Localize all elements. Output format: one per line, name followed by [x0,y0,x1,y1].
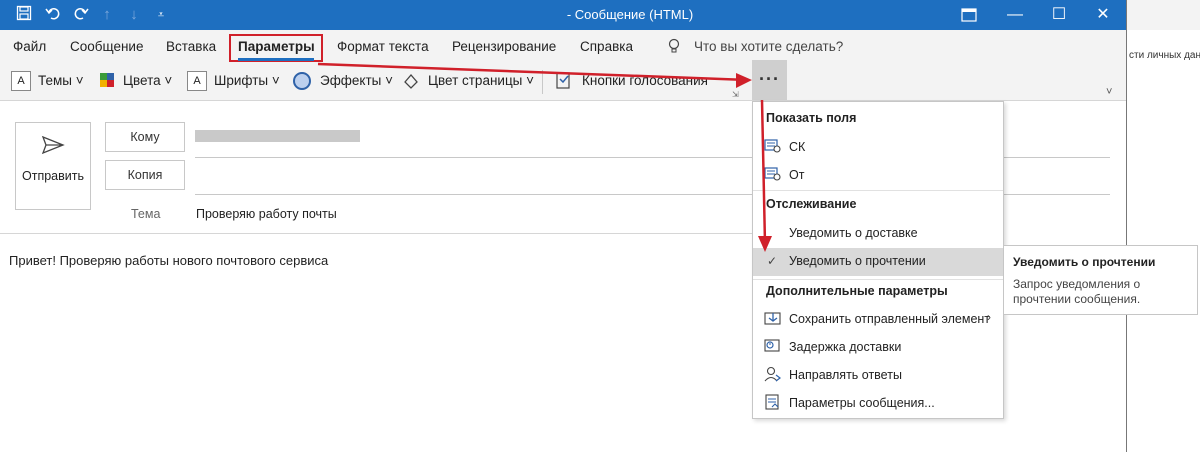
arrow-to-read-receipt [758,99,772,252]
arrow-to-more-button [317,62,752,88]
annotation-arrows [317,62,772,252]
